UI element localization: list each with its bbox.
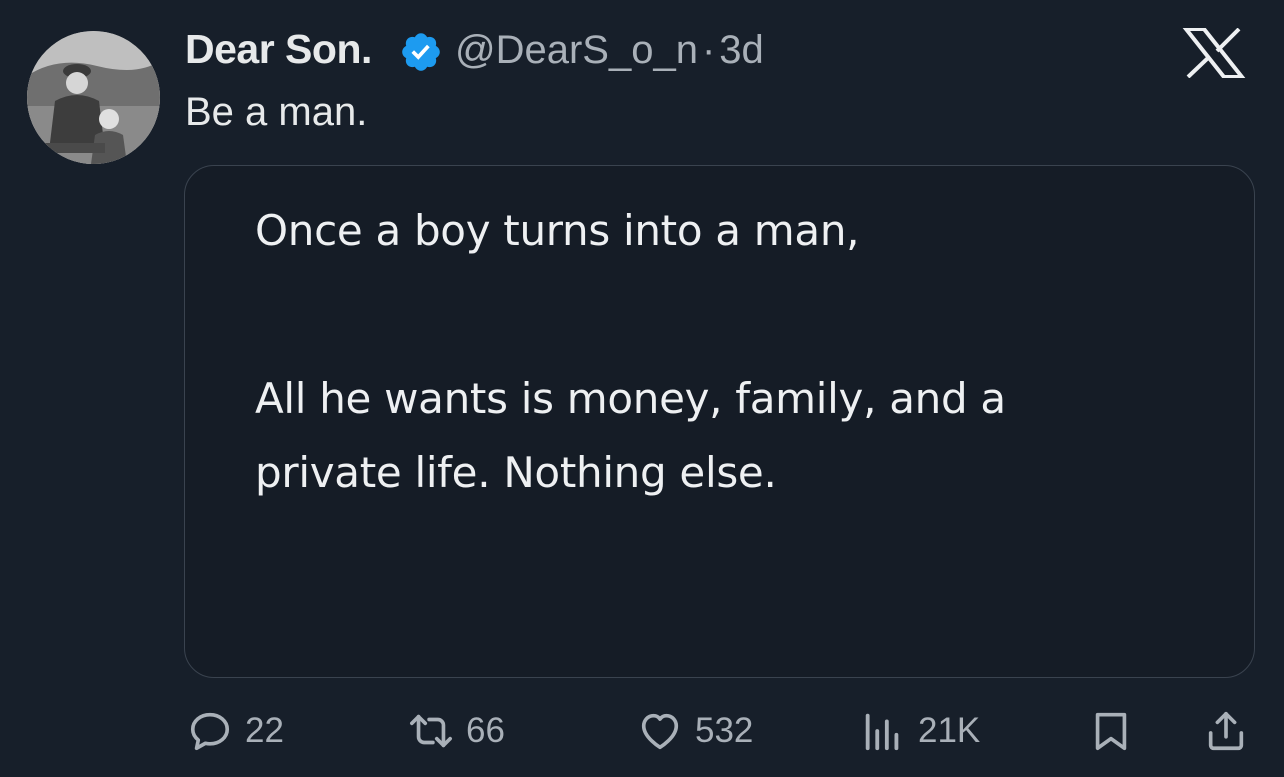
retweet-button[interactable]: 66: [408, 705, 505, 757]
handle-row: @DearS_o_n · 3d: [455, 28, 764, 73]
timestamp[interactable]: 3d: [719, 28, 764, 72]
tweet-text: Be a man.: [185, 90, 368, 134]
reply-icon: [190, 712, 230, 751]
bookmark-button[interactable]: [1088, 705, 1134, 757]
like-button[interactable]: 532: [637, 705, 753, 757]
author-name[interactable]: Dear Son.: [185, 26, 372, 73]
views-count: 21K: [918, 711, 981, 750]
share-icon: [1208, 711, 1244, 751]
verified-badge-icon: [402, 33, 440, 71]
media-text-line-3: private life. Nothing else.: [255, 448, 777, 497]
media-text-line-1: Once a boy turns into a man,: [255, 206, 860, 255]
x-logo-icon: [1182, 28, 1246, 78]
avatar[interactable]: [27, 31, 160, 164]
avatar-photo: [27, 31, 160, 164]
views-icon: [865, 713, 899, 751]
reply-button[interactable]: 22: [187, 705, 284, 757]
media-text-line-2: All he wants is money, family, and a: [255, 374, 1006, 423]
bookmark-icon: [1095, 712, 1127, 751]
separator-dot: ·: [701, 28, 716, 72]
heart-icon: [641, 713, 679, 750]
retweet-count: 66: [466, 711, 505, 750]
share-button[interactable]: [1203, 705, 1249, 757]
like-count: 532: [695, 711, 754, 750]
views-button[interactable]: 21K: [860, 705, 980, 757]
author-handle[interactable]: @DearS_o_n: [455, 28, 698, 72]
reply-count: 22: [245, 711, 284, 750]
retweet-icon: [410, 714, 452, 748]
media-card[interactable]: Once a boy turns into a man, All he want…: [184, 165, 1255, 678]
